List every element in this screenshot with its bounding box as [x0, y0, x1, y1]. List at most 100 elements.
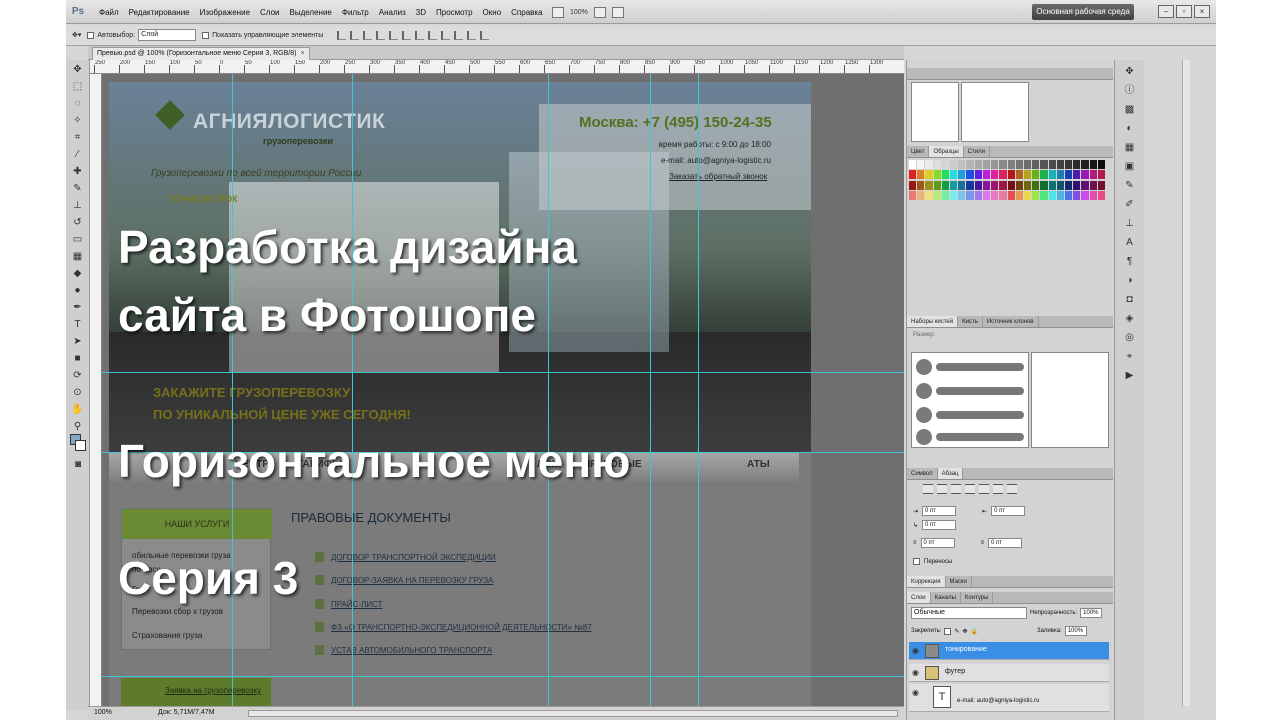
swatch[interactable] [1097, 180, 1105, 190]
swatch[interactable] [974, 170, 982, 180]
swatch[interactable] [1007, 160, 1015, 169]
swatch[interactable] [1097, 190, 1105, 200]
layers-icon[interactable]: ◈ [1123, 312, 1137, 326]
lasso-icon[interactable]: ◌ [71, 97, 85, 111]
swatch[interactable] [933, 180, 941, 190]
justify-right-icon[interactable] [993, 484, 1003, 494]
swatch[interactable] [950, 170, 958, 180]
lock-position-icon[interactable]: ✥ [962, 628, 967, 635]
swatch[interactable] [1032, 190, 1040, 200]
align-center-icon[interactable] [389, 30, 399, 40]
swatch[interactable] [982, 170, 991, 180]
magic-wand-icon[interactable]: ✧ [71, 114, 85, 128]
clone-source-icon[interactable]: ⊥ [1123, 217, 1137, 231]
eyedropper-icon[interactable]: ⁄ [71, 148, 85, 162]
guide-line[interactable] [698, 74, 699, 706]
3d-rotate-icon[interactable]: ⟳ [71, 369, 85, 383]
swatch[interactable] [991, 180, 999, 190]
tab-masks[interactable]: Маски [946, 576, 972, 587]
tab-character[interactable]: Символ [907, 468, 938, 479]
swatch[interactable] [991, 170, 999, 180]
tab-paragraph[interactable]: Абзац [937, 468, 964, 479]
swatch[interactable] [1015, 160, 1023, 169]
background-color[interactable] [75, 440, 86, 451]
swatches-grid[interactable] [909, 160, 1105, 200]
hyphenation-checkbox[interactable] [913, 558, 920, 565]
brush-icon[interactable]: ✐ [1123, 198, 1137, 212]
quick-mask-icon[interactable]: ◙ [71, 458, 85, 472]
shape-icon[interactable]: ■ [71, 352, 85, 366]
swatch[interactable] [982, 190, 991, 200]
paragraph-icon[interactable]: ¶ [1123, 255, 1137, 269]
swatch[interactable] [909, 160, 917, 169]
swatch[interactable] [917, 170, 925, 180]
autoselect-select[interactable]: Слой [138, 29, 197, 41]
swatch[interactable] [909, 170, 917, 180]
swatch[interactable] [1064, 170, 1073, 180]
menu-window[interactable]: Окно [478, 8, 507, 17]
menu-file[interactable]: Файл [94, 8, 124, 17]
adjustments-icon[interactable]: ◑ [1123, 274, 1137, 288]
swatch[interactable] [1064, 180, 1073, 190]
swatch[interactable] [1023, 160, 1032, 169]
swatches-icon[interactable]: ▦ [1123, 141, 1137, 155]
swatch[interactable] [1073, 170, 1081, 180]
eye-icon[interactable]: ◉ [912, 668, 921, 677]
guide-line[interactable] [548, 74, 549, 706]
swatch[interactable] [1007, 180, 1015, 190]
swatch[interactable] [999, 170, 1007, 180]
tab-brush-presets[interactable]: Наборы кистей [907, 316, 959, 327]
tab-clone-source[interactable]: Источник клонов [983, 316, 1039, 327]
swatch[interactable] [1040, 160, 1048, 169]
swatch[interactable] [917, 180, 925, 190]
swatch[interactable] [941, 170, 950, 180]
swatch[interactable] [1007, 170, 1015, 180]
layer-row[interactable]: ◉ тонирование [909, 642, 1109, 660]
distribute-top-icon[interactable] [415, 30, 425, 40]
swatch[interactable] [1040, 190, 1048, 200]
swatch[interactable] [1081, 180, 1089, 190]
align-left-icon[interactable] [376, 30, 386, 40]
marquee-icon[interactable]: ⬚ [71, 80, 85, 94]
blend-mode-select[interactable]: Обычные [911, 607, 1027, 619]
menu-select[interactable]: Выделение [284, 8, 336, 17]
info-icon[interactable]: ⓘ [1123, 84, 1137, 98]
align-bottom-icon[interactable] [363, 30, 373, 40]
swatch[interactable] [1089, 170, 1097, 180]
tab-brush[interactable]: Кисть [958, 316, 983, 327]
layer-group-row[interactable]: ◉ футер [909, 664, 1109, 682]
swatch[interactable] [950, 160, 958, 169]
show-controls-checkbox[interactable] [202, 31, 210, 39]
arrange-icon[interactable] [593, 6, 606, 18]
swatch[interactable] [950, 190, 958, 200]
swatch[interactable] [925, 180, 933, 190]
align-left-text-icon[interactable] [923, 484, 933, 494]
opacity-field[interactable]: 100% [1080, 608, 1103, 618]
swatch[interactable] [950, 180, 958, 190]
swatch[interactable] [941, 190, 950, 200]
move-icon[interactable]: ✥ [71, 63, 85, 77]
swatch[interactable] [974, 180, 982, 190]
eye-icon[interactable]: ◉ [912, 688, 921, 697]
zoom-icon[interactable]: ⚲ [71, 420, 85, 434]
swatch[interactable] [991, 160, 999, 169]
swatch[interactable] [958, 160, 966, 169]
swatch[interactable] [1048, 190, 1056, 200]
screen-mode-icon[interactable] [611, 6, 624, 18]
swatch[interactable] [966, 180, 974, 190]
swatch[interactable] [1089, 160, 1097, 169]
swatch[interactable] [917, 190, 925, 200]
menu-analysis[interactable]: Анализ [374, 8, 411, 17]
bridge-icon[interactable] [552, 6, 564, 18]
swatch[interactable] [917, 160, 925, 169]
swatch[interactable] [982, 160, 991, 169]
swatch[interactable] [1023, 180, 1032, 190]
swatch[interactable] [1097, 170, 1105, 180]
stamp-icon[interactable]: ⊥ [71, 199, 85, 213]
swatch[interactable] [941, 180, 950, 190]
close-icon[interactable]: × [1194, 5, 1210, 18]
brush-preset[interactable] [914, 379, 1028, 401]
history-brush-icon[interactable]: ↺ [71, 216, 85, 230]
swatch[interactable] [1056, 160, 1064, 169]
swatch[interactable] [1073, 160, 1081, 169]
